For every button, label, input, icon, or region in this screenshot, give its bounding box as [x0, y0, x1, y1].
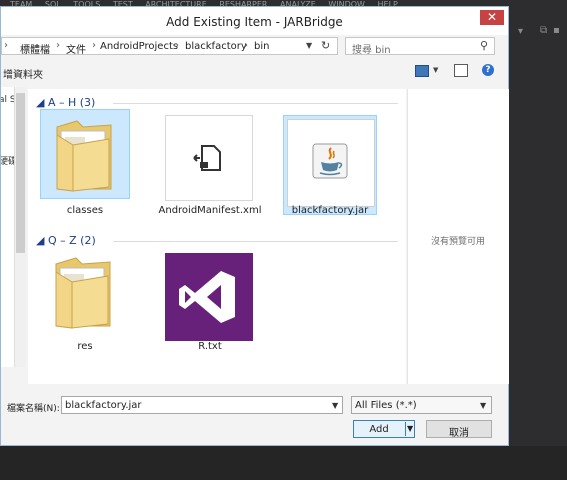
folder-icon: [55, 257, 111, 329]
vs-status-area: [0, 446, 567, 480]
search-placeholder: 搜尋 bin: [352, 45, 391, 56]
file-label: R.txt: [198, 341, 222, 352]
preview-pane-icon[interactable]: [454, 64, 468, 77]
breadcrumb-blackfactory[interactable]: blackfactory: [185, 41, 247, 52]
add-existing-item-dialog: Add Existing Item - JARBridge ✕ › 標體檔 › …: [0, 6, 509, 446]
xml-file-icon: [193, 145, 221, 171]
view-icon[interactable]: [415, 65, 429, 77]
chevron-right-icon: ›: [175, 40, 179, 51]
nav-scrollbar[interactable]: [15, 87, 26, 367]
chevron-right-icon: ›: [4, 40, 8, 51]
chevron-down-icon[interactable]: ▼: [332, 401, 338, 410]
file-item-r-txt[interactable]: [165, 253, 253, 341]
file-item-res[interactable]: [40, 247, 130, 337]
preview-empty-text: 沒有預覽可用: [430, 237, 485, 247]
toolbar-icon[interactable]: ⧉: [540, 25, 547, 36]
breadcrumb-bin[interactable]: bin: [254, 41, 269, 52]
chevron-right-icon: ›: [244, 40, 248, 51]
new-folder-button[interactable]: 增資料夾: [3, 66, 43, 81]
chevron-right-icon: ›: [92, 40, 96, 51]
search-box[interactable]: 搜尋 bin ⚲: [345, 37, 495, 56]
refresh-icon[interactable]: ↻: [321, 39, 330, 52]
add-button-label: Add: [369, 424, 389, 435]
chevron-down-icon[interactable]: ▼: [306, 41, 312, 50]
chevron-down-icon[interactable]: ▼: [480, 401, 486, 410]
file-item-androidmanifest[interactable]: [165, 115, 253, 201]
file-label: classes: [66, 205, 104, 216]
close-button[interactable]: ✕: [480, 10, 504, 25]
help-icon[interactable]: ?: [482, 64, 494, 76]
split-divider: [405, 422, 406, 436]
close-icon: ✕: [486, 10, 498, 24]
vs-side-panel: ▾ ⧉ ▪: [510, 10, 567, 446]
dialog-title: Add Existing Item - JARBridge: [166, 15, 343, 29]
add-button[interactable]: Add ▼: [353, 420, 415, 438]
filename-input[interactable]: blackfactory.jar ▼: [61, 396, 343, 414]
dialog-footer: 檔案名稱(N): blackfactory.jar ▼ All Files (*…: [1, 387, 508, 445]
filename-label: 檔案名稱(N):: [7, 404, 60, 414]
breadcrumb-documents[interactable]: 文件: [66, 41, 86, 54]
file-label: AndroidManifest.xml: [158, 205, 262, 216]
chevron-down-icon[interactable]: ▼: [407, 424, 413, 433]
filetype-select[interactable]: All Files (*.*) ▼: [351, 396, 492, 414]
file-label: res: [77, 341, 93, 352]
toolbar-icon[interactable]: ▪: [553, 25, 560, 36]
chevron-right-icon: ›: [56, 40, 60, 51]
chevron-down-icon: ◢: [36, 96, 48, 109]
chevron-down-icon: ◢: [36, 234, 48, 247]
nav-item[interactable]: 硬碟: [1, 154, 14, 167]
search-icon[interactable]: ⚲: [480, 39, 488, 52]
breadcrumb-androidprojects[interactable]: AndroidProjects: [100, 41, 178, 52]
cancel-button[interactable]: 取消: [426, 420, 492, 439]
filename-value: blackfactory.jar: [65, 400, 142, 411]
file-label: blackfactory.jar: [291, 205, 369, 216]
java-icon: [312, 143, 348, 179]
group-divider: [113, 241, 398, 242]
nav-item[interactable]: al S: [1, 95, 14, 105]
address-bar[interactable]: › 標體檔 › 文件 › AndroidProjects › blackfact…: [1, 37, 338, 55]
command-toolbar: 增資料夾 ▼ ?: [1, 61, 508, 83]
folder-icon: [56, 120, 112, 192]
cancel-button-label: 取消: [449, 428, 469, 439]
group-header[interactable]: ◢ A – H (3): [36, 96, 95, 109]
group-header[interactable]: ◢ Q – Z (2): [36, 234, 96, 247]
preview-pane: 沒有預覽可用: [407, 89, 509, 384]
pin-icon[interactable]: ▾: [518, 26, 523, 37]
file-item-classes[interactable]: [40, 109, 130, 199]
filetype-value: All Files (*.*): [355, 400, 417, 411]
navigation-pane[interactable]: al S 硬碟: [1, 87, 15, 367]
scrollbar-thumb[interactable]: [16, 93, 25, 253]
file-list[interactable]: ◢ A – H (3) classes AndroidManifest.xml: [28, 89, 406, 384]
title-bar: Add Existing Item - JARBridge ✕: [1, 7, 508, 35]
chevron-down-icon[interactable]: ▼: [433, 66, 438, 74]
visual-studio-icon: [179, 271, 235, 323]
group-divider: [113, 103, 398, 104]
file-item-blackfactory-jar[interactable]: [283, 115, 377, 215]
breadcrumb-desktop[interactable]: 標體檔: [20, 41, 50, 54]
